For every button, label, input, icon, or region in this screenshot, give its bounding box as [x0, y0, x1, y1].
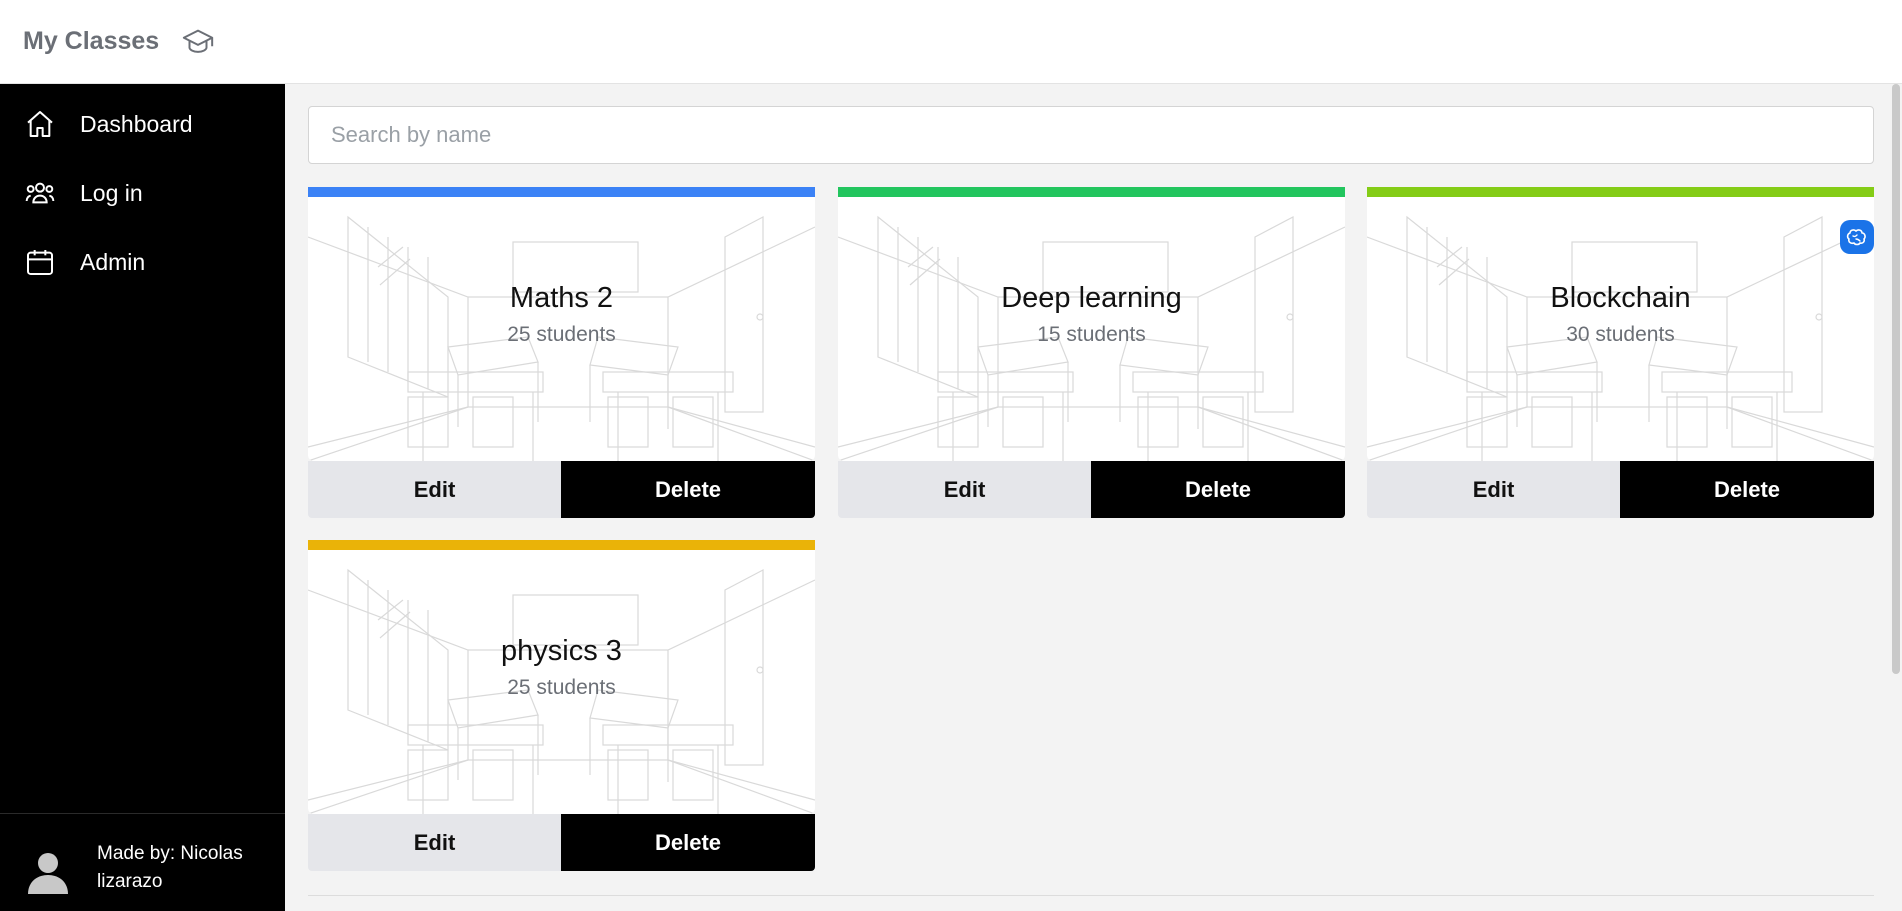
student-count: 25 students	[507, 323, 616, 346]
class-name: Blockchain	[1550, 282, 1691, 314]
delete-button[interactable]: Delete	[1091, 461, 1345, 518]
class-card: Blockchain 30 students Edit Delete	[1367, 187, 1874, 518]
class-name: Maths 2	[509, 282, 614, 314]
sidebar-item-label: Log in	[80, 179, 143, 206]
sidebar-item-dashboard[interactable]: Dashboard	[0, 98, 285, 150]
calendar-icon	[27, 250, 53, 275]
user-avatar-icon	[28, 853, 68, 894]
page-title: My Classes	[23, 27, 160, 55]
class-name: Deep learning	[1001, 282, 1182, 314]
student-count: 30 students	[1566, 323, 1675, 346]
sidebar: Dashboard Log in Admin Made by: Nicolas …	[0, 84, 285, 911]
card-body[interactable]: Blockchain 30 students	[1367, 197, 1874, 461]
edit-button[interactable]: Edit	[838, 461, 1091, 518]
edit-button[interactable]: Edit	[308, 814, 561, 871]
delete-button[interactable]: Delete	[561, 814, 815, 871]
sidebar-item-label: Admin	[80, 248, 146, 275]
student-count: 15 students	[1037, 323, 1146, 346]
card-accent-bar	[308, 540, 815, 550]
class-name: physics 3	[501, 635, 622, 667]
author-credit: Made by: Nicolas lizarazo	[97, 843, 243, 892]
brain-extension-icon[interactable]	[1840, 220, 1874, 254]
student-count: 25 students	[507, 676, 616, 699]
bottom-divider	[308, 895, 1874, 896]
class-card: Deep learning 15 students Edit Delete	[838, 187, 1345, 518]
page-scrollbar[interactable]	[1890, 84, 1902, 911]
card-accent-bar	[1367, 187, 1874, 197]
graduation-cap-icon	[183, 29, 214, 53]
edit-button[interactable]: Edit	[308, 461, 561, 518]
sidebar-footer: Made by: Nicolas lizarazo	[0, 813, 285, 911]
card-body[interactable]: Maths 2 25 students	[308, 197, 815, 461]
delete-button[interactable]: Delete	[561, 461, 815, 518]
card-accent-bar	[838, 187, 1345, 197]
search-input[interactable]	[308, 106, 1874, 164]
card-accent-bar	[308, 187, 815, 197]
card-body[interactable]: physics 3 25 students	[308, 550, 815, 814]
class-card: physics 3 25 students Edit Delete	[308, 540, 815, 871]
scrollbar-thumb[interactable]	[1892, 84, 1900, 674]
delete-button[interactable]: Delete	[1620, 461, 1874, 518]
sidebar-item-login[interactable]: Log in	[0, 167, 285, 219]
top-header: My Classes	[0, 0, 1902, 84]
home-icon	[27, 111, 53, 137]
sidebar-item-admin[interactable]: Admin	[0, 236, 285, 288]
sidebar-item-label: Dashboard	[80, 110, 193, 137]
users-icon	[25, 182, 55, 204]
class-card: Maths 2 25 students Edit Delete	[308, 187, 815, 518]
card-body[interactable]: Deep learning 15 students	[838, 197, 1345, 461]
edit-button[interactable]: Edit	[1367, 461, 1620, 518]
